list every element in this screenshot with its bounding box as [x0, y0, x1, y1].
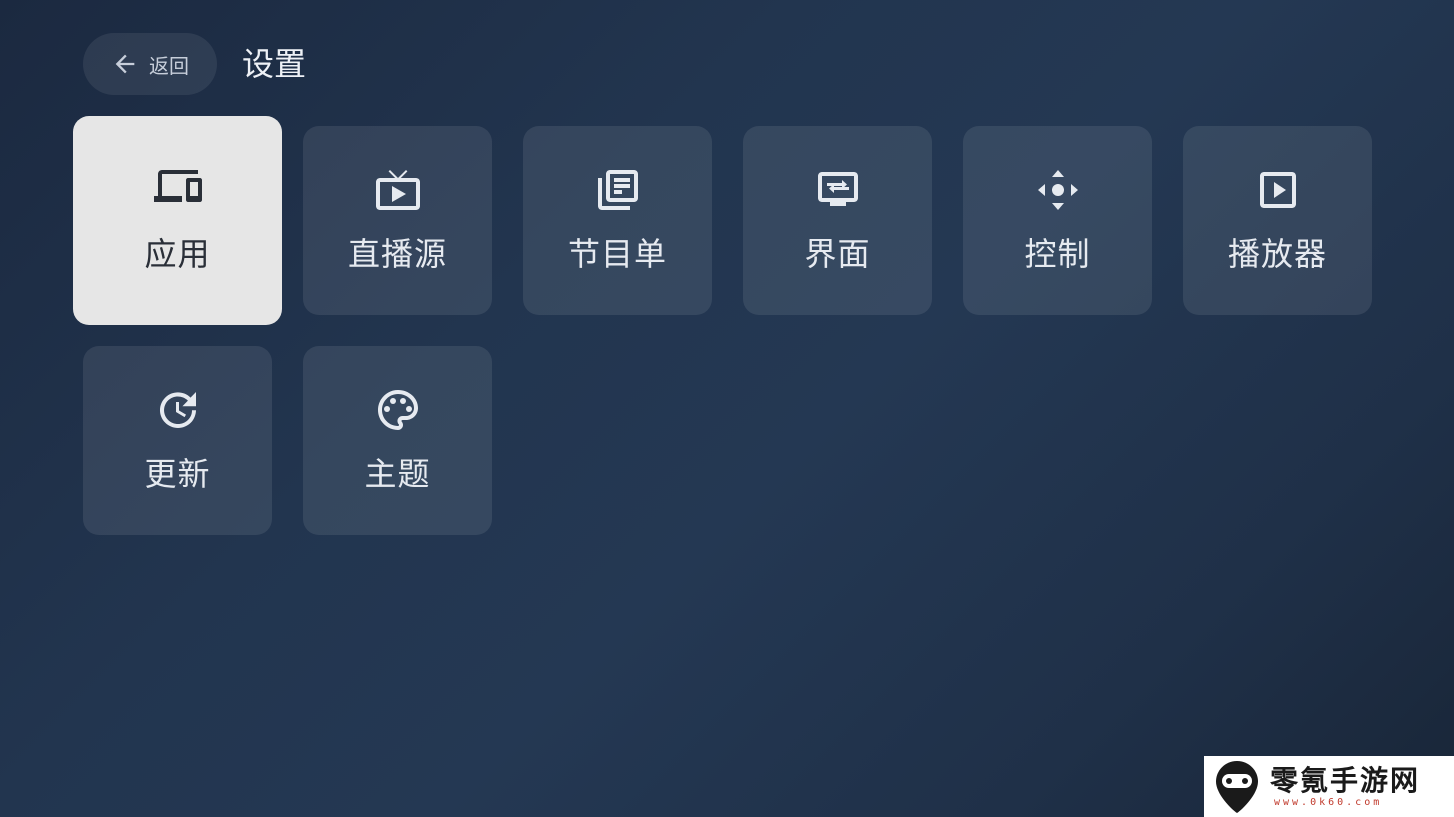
tile-label: 控制 — [1024, 235, 1091, 273]
display-settings-icon — [814, 166, 862, 214]
tile-label: 直播源 — [347, 235, 447, 273]
tile-control[interactable]: 控制 — [963, 126, 1152, 315]
tile-label: 更新 — [144, 455, 211, 493]
watermark-name: 零氪手游网 — [1270, 763, 1421, 797]
arrow-left-icon — [111, 50, 139, 78]
watermark-url: www.0k60.com — [1274, 796, 1383, 808]
tile-label: 播放器 — [1227, 235, 1327, 273]
library-books-icon — [594, 166, 642, 214]
back-label: 返回 — [149, 53, 189, 78]
tile-label: 界面 — [804, 235, 871, 273]
tile-app[interactable]: 应用 — [73, 116, 282, 325]
palette-icon — [374, 386, 422, 434]
tile-label: 节目单 — [567, 235, 667, 273]
devices-icon — [153, 162, 202, 210]
play-box-icon — [1254, 166, 1302, 214]
tile-player[interactable]: 播放器 — [1183, 126, 1372, 315]
gamepad-pin-logo-icon — [1214, 759, 1260, 815]
watermark: 零氪手游网 www.0k60.com — [1204, 756, 1454, 817]
page-title: 设置 — [242, 45, 307, 83]
control-dpad-icon — [1034, 166, 1082, 214]
tile-update[interactable]: 更新 — [83, 346, 272, 535]
tile-label: 主题 — [364, 455, 431, 493]
tile-label: 应用 — [144, 235, 211, 273]
tile-theme[interactable]: 主题 — [303, 346, 492, 535]
tile-live-source[interactable]: 直播源 — [303, 126, 492, 315]
back-button[interactable]: 返回 — [83, 33, 217, 95]
tile-epg[interactable]: 节目单 — [523, 126, 712, 315]
tile-interface[interactable]: 界面 — [743, 126, 932, 315]
update-icon — [154, 386, 202, 434]
live-tv-icon — [374, 166, 422, 214]
